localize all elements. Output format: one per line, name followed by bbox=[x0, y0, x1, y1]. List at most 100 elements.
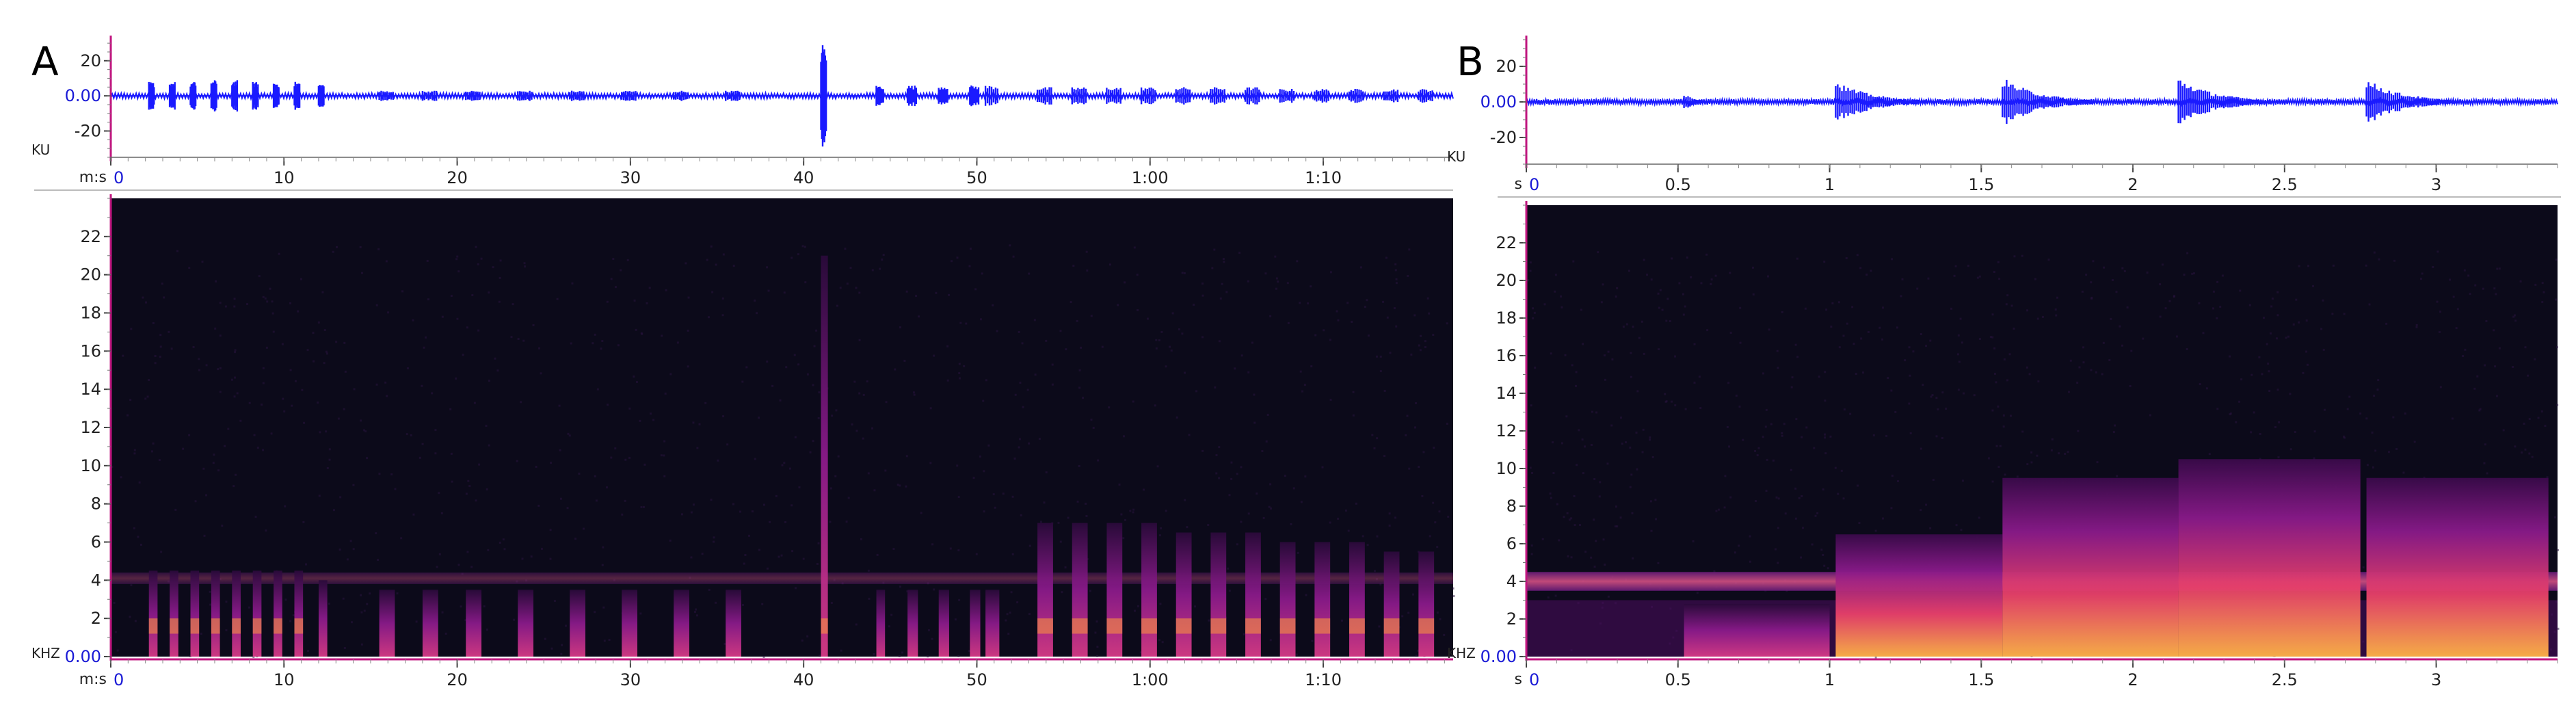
panel-a-spectrogram-noise-speck bbox=[1247, 280, 1249, 282]
panel-b-spectrogram-noise-speck bbox=[2524, 346, 2527, 349]
panel-a-spectrogram-noise-speck bbox=[471, 294, 474, 297]
panel-b-spectrogram-noise-speck bbox=[1657, 292, 1660, 295]
panel-b-spectrogram-noise-speck bbox=[1584, 551, 1587, 553]
panel-b-spectrogram-noise-speck bbox=[1632, 557, 1634, 559]
panel-a-waveform-xtick-label: 1:00 bbox=[1132, 168, 1169, 187]
panel-a-spectrogram-noise-speck bbox=[130, 328, 133, 330]
panel-b-spectrogram-noise-speck bbox=[1920, 447, 1922, 450]
panel-b-spectrogram-noise-speck bbox=[1754, 500, 1757, 503]
panel-a-spectrogram-noise-speck bbox=[958, 362, 961, 365]
panel-a-spectrogram-noise-speck bbox=[1028, 442, 1031, 445]
panel-b-spectrogram-noise-speck bbox=[2270, 305, 2273, 308]
panel-b-spectrogram-noise-speck bbox=[2130, 350, 2133, 352]
panel-a-spectrogram-noise-speck bbox=[1262, 516, 1265, 519]
panel-a-spectrogram-noise-speck bbox=[1016, 601, 1019, 604]
panel-a-spectrogram-noise-speck bbox=[956, 256, 959, 259]
panel-a-spectrogram-noise-speck bbox=[1395, 325, 1398, 328]
panel-a-spectrogram-noise-speck bbox=[965, 322, 968, 325]
panel-a-spectrogram-noise-speck bbox=[1132, 511, 1134, 514]
panel-a-spectrogram-noise-speck bbox=[1028, 272, 1031, 275]
panel-a-spectrogram-call bbox=[821, 255, 828, 657]
panel-a-spectrogram-noise-speck bbox=[979, 455, 981, 458]
panel-a-spectrogram-noise-speck bbox=[704, 401, 707, 404]
panel-b-spectrogram-noise-speck bbox=[1824, 399, 1827, 402]
panel-a-spectrogram-noise-speck bbox=[343, 646, 346, 649]
panel-b-spectrogram-noise-speck bbox=[1896, 326, 1898, 329]
panel-a-spectrogram-noise-speck bbox=[248, 401, 251, 404]
panel-b-spectrogram-noise-speck bbox=[2121, 344, 2124, 347]
panel-b-spectrogram-noise-speck bbox=[2372, 466, 2374, 469]
panel-a-spectrogram-noise-speck bbox=[160, 551, 163, 553]
panel-b-spectrogram-noise-speck bbox=[1699, 407, 1702, 410]
panel-b-spectrogram-noise-speck bbox=[2067, 391, 2070, 393]
panel-b-spectrogram-noise-speck bbox=[1727, 382, 1730, 384]
panel-a-spectrogram-noise-speck bbox=[317, 401, 319, 404]
panel-a-spectrogram-noise-speck bbox=[262, 449, 265, 451]
panel-a-spectrogram-noise-speck bbox=[427, 298, 429, 301]
panel-b-spectrogram-noise-speck bbox=[2496, 267, 2499, 270]
panel-b-spectrogram-noise-speck bbox=[1622, 326, 1625, 328]
panel-a-spectrogram-noise-speck bbox=[258, 275, 261, 278]
panel-a-spectrogram-noise-speck bbox=[1018, 446, 1020, 449]
panel-a-spectrogram-noise-speck bbox=[133, 452, 136, 455]
panel-a-spectrogram-noise-speck bbox=[176, 250, 178, 252]
panel-b-spectrogram-noise-speck bbox=[1597, 251, 1599, 254]
panel-a-spectrogram-noise-speck bbox=[1101, 345, 1104, 348]
panel-b-spectrogram-noise-speck bbox=[1874, 529, 1877, 532]
panel-b-spectrogram-ylabel: KHZ bbox=[1447, 645, 1476, 661]
panel-a-spectrogram-noise-speck bbox=[301, 388, 304, 391]
panel-a-spectrogram-noise-speck bbox=[1299, 370, 1302, 373]
panel-b-spectrogram-noise-speck bbox=[2393, 259, 2396, 262]
panel-b-spectrogram-noise-speck bbox=[2002, 425, 2005, 428]
panel-b-spectrogram-noise-speck bbox=[2540, 410, 2543, 413]
panel-b-spectrogram-noise-speck bbox=[2036, 454, 2039, 457]
panel-a-spectrogram-noise-speck bbox=[797, 363, 800, 366]
panel-a-spectrogram-noise-speck bbox=[663, 454, 665, 457]
panel-a-spectrogram-noise-speck bbox=[915, 295, 918, 298]
panel-a-waveform-burst bbox=[906, 85, 917, 107]
panel-b-spectrogram-noise-speck bbox=[1693, 381, 1696, 384]
panel-a-spectrogram-noise-speck bbox=[1420, 334, 1422, 337]
panel-a-spectrogram-call bbox=[190, 570, 200, 657]
panel-a-spectrogram-noise-speck bbox=[1222, 258, 1225, 261]
panel-a-spectrogram-noise-speck bbox=[1269, 483, 1272, 486]
panel-a-spectrogram-noise-speck bbox=[256, 447, 259, 449]
panel-b-spectrogram-noise-speck bbox=[2555, 259, 2558, 261]
panel-a-spectrogram-noise-speck bbox=[1201, 449, 1204, 452]
panel-a-spectrogram-noise-speck bbox=[265, 529, 267, 532]
panel-a-spectrogram-noise-speck bbox=[957, 496, 960, 499]
panel-a-spectrogram-noise-speck bbox=[829, 487, 832, 490]
panel-b-spectrogram-noise-speck bbox=[1615, 505, 1617, 508]
panel-a-spectrogram-noise-speck bbox=[1344, 509, 1347, 512]
panel-b-spectrogram-noise-speck bbox=[1764, 425, 1767, 428]
panel-a-spectrogram-noise-speck bbox=[643, 463, 646, 466]
panel-b-spectrogram-noise-speck bbox=[1813, 447, 1816, 449]
panel-a-waveform-xtick-label: 40 bbox=[793, 168, 814, 187]
panel-b-spectrogram-noise-speck bbox=[2095, 371, 2097, 374]
panel-b-spectrogram-noise-speck bbox=[2439, 311, 2442, 313]
panel-b-spectrogram-noise-speck bbox=[2276, 291, 2279, 293]
panel-a-spectrogram-noise-speck bbox=[1367, 334, 1370, 337]
panel-a-spectrogram-noise-speck bbox=[261, 404, 263, 406]
panel-b-spectrogram-noise-speck bbox=[1749, 535, 1751, 538]
panel-a-spectrogram-noise-speck bbox=[1122, 435, 1125, 438]
panel-a-spectrogram-noise-speck bbox=[1018, 438, 1021, 440]
panel-a-spectrogram-noise-speck bbox=[1305, 594, 1307, 596]
panel-b-spectrogram-noise-speck bbox=[2013, 255, 2016, 258]
panel-a-spectrogram-noise-speck bbox=[394, 488, 397, 490]
panel-a-spectrogram-noise-speck bbox=[262, 367, 265, 369]
panel-b-spectrogram-noise-speck bbox=[1768, 328, 1770, 331]
panel-b-spectrogram-ytick-label: 22 bbox=[1496, 233, 1517, 252]
panel-b-spectrogram-noise-speck bbox=[1690, 276, 1692, 278]
panel-a-spectrogram-noise-speck bbox=[1337, 319, 1340, 321]
panel-a-spectrogram-noise-speck bbox=[935, 291, 938, 294]
panel-a-spectrogram-noise-speck bbox=[312, 332, 315, 334]
panel-b-spectrogram-noise-speck bbox=[2067, 451, 2069, 453]
panel-b-spectrogram-noise-speck bbox=[2523, 422, 2525, 425]
panel-a-spectrogram-noise-speck bbox=[680, 513, 683, 516]
panel-a-spectrogram-call-harmonic bbox=[294, 618, 304, 634]
panel-b-spectrogram-noise-speck bbox=[1682, 293, 1684, 295]
panel-a-spectrogram-noise-speck bbox=[687, 296, 690, 299]
panel-a-spectrogram-noise-speck bbox=[1238, 252, 1241, 254]
panel-a-spectrogram-noise-speck bbox=[901, 651, 904, 654]
